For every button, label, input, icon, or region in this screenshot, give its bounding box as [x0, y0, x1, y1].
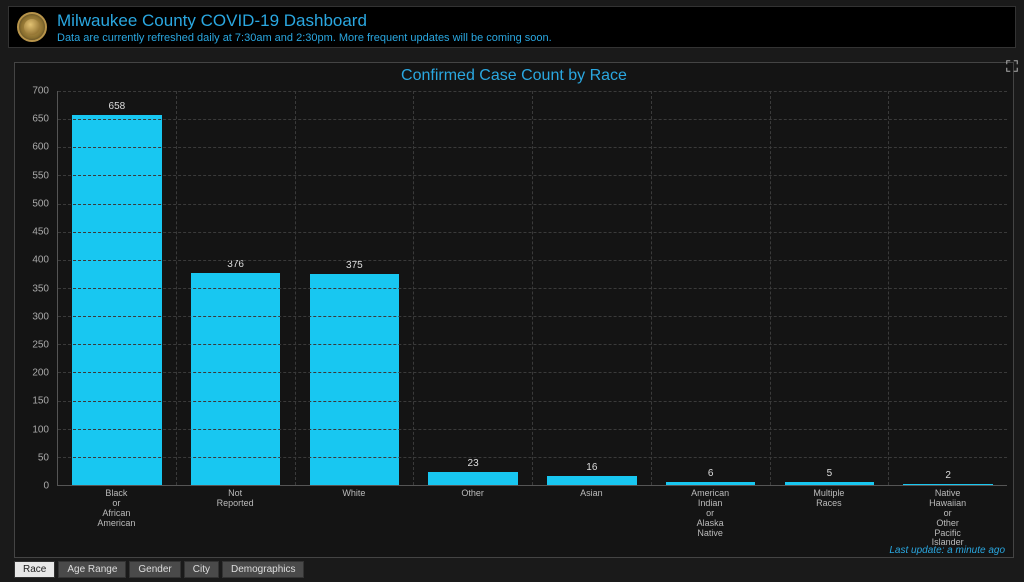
gridline: [58, 429, 1007, 430]
bar[interactable]: 16: [547, 476, 636, 485]
y-tick: 650: [32, 114, 49, 125]
y-tick: 100: [32, 424, 49, 435]
bar[interactable]: 376: [191, 273, 280, 485]
gridline: [58, 372, 1007, 373]
gridline: [58, 204, 1007, 205]
county-seal-logo: [17, 12, 47, 42]
gridline: [58, 119, 1007, 120]
plot-area: 658 376 375 23 16 6 5 2: [57, 91, 1007, 486]
gridline: [58, 344, 1007, 345]
y-tick: 700: [32, 86, 49, 97]
bar[interactable]: 23: [428, 472, 517, 485]
y-tick: 50: [38, 452, 49, 463]
x-tick-label: Multiple Races: [770, 487, 889, 541]
gridline: [58, 175, 1007, 176]
x-tick-label: Asian: [532, 487, 651, 541]
tab-race[interactable]: Race: [14, 561, 55, 578]
gridline: [58, 232, 1007, 233]
gridline: [58, 457, 1007, 458]
y-tick: 0: [43, 481, 49, 492]
header: Milwaukee County COVID-19 Dashboard Data…: [8, 6, 1016, 48]
tabs: RaceAge RangeGenderCityDemographics: [14, 561, 304, 578]
y-tick: 150: [32, 396, 49, 407]
x-tick-label: Other: [413, 487, 532, 541]
gridline: [58, 260, 1007, 261]
bar-value-label: 5: [785, 468, 874, 479]
tab-age-range[interactable]: Age Range: [58, 561, 126, 578]
x-axis-labels: Black or African AmericanNot ReportedWhi…: [57, 487, 1007, 541]
dashboard-title: Milwaukee County COVID-19 Dashboard: [57, 11, 552, 31]
chart-title: Confirmed Case Count by Race: [15, 63, 1013, 87]
y-tick: 500: [32, 198, 49, 209]
last-update: Last update: a minute ago: [889, 545, 1005, 556]
dashboard-subtitle: Data are currently refreshed daily at 7:…: [57, 32, 552, 44]
bar-value-label: 658: [72, 101, 161, 112]
x-tick-label: White: [295, 487, 414, 541]
bar-value-label: 2: [903, 470, 992, 481]
y-tick: 200: [32, 368, 49, 379]
expand-icon[interactable]: [1005, 59, 1019, 73]
y-tick: 550: [32, 170, 49, 181]
tab-gender[interactable]: Gender: [129, 561, 180, 578]
y-tick: 250: [32, 339, 49, 350]
bar-value-label: 376: [191, 259, 280, 270]
bar-value-label: 6: [666, 468, 755, 479]
tab-demographics[interactable]: Demographics: [222, 561, 304, 578]
gridline: [58, 147, 1007, 148]
y-axis: 0501001502002503003504004505005506006507…: [19, 91, 53, 486]
y-tick: 400: [32, 255, 49, 266]
gridline: [58, 401, 1007, 402]
tab-city[interactable]: City: [184, 561, 219, 578]
gridline: [58, 91, 1007, 92]
x-tick-label: Not Reported: [176, 487, 295, 541]
y-tick: 450: [32, 227, 49, 238]
bar[interactable]: 375: [310, 274, 399, 485]
bar-value-label: 23: [428, 458, 517, 469]
bar[interactable]: 2: [903, 484, 992, 485]
x-tick-label: American Indian or Alaska Native: [651, 487, 770, 541]
chart-card: Confirmed Case Count by Race 0 50 100 150 20…: [14, 62, 1014, 558]
header-text: Milwaukee County COVID-19 Dashboard Data…: [57, 11, 552, 44]
x-tick-label: Native Hawaiian or Other Pacific Islande…: [888, 487, 1007, 541]
y-tick: 350: [32, 283, 49, 294]
gridline: [58, 288, 1007, 289]
bar[interactable]: 6: [666, 482, 755, 485]
y-tick: 600: [32, 142, 49, 153]
chart-area: 0501001502002503003504004505005506006507…: [19, 91, 1007, 541]
bar[interactable]: 5: [785, 482, 874, 485]
gridline: [58, 316, 1007, 317]
y-tick: 300: [32, 311, 49, 322]
x-tick-label: Black or African American: [57, 487, 176, 541]
bar-value-label: 375: [310, 260, 399, 271]
bar-value-label: 16: [547, 462, 636, 473]
